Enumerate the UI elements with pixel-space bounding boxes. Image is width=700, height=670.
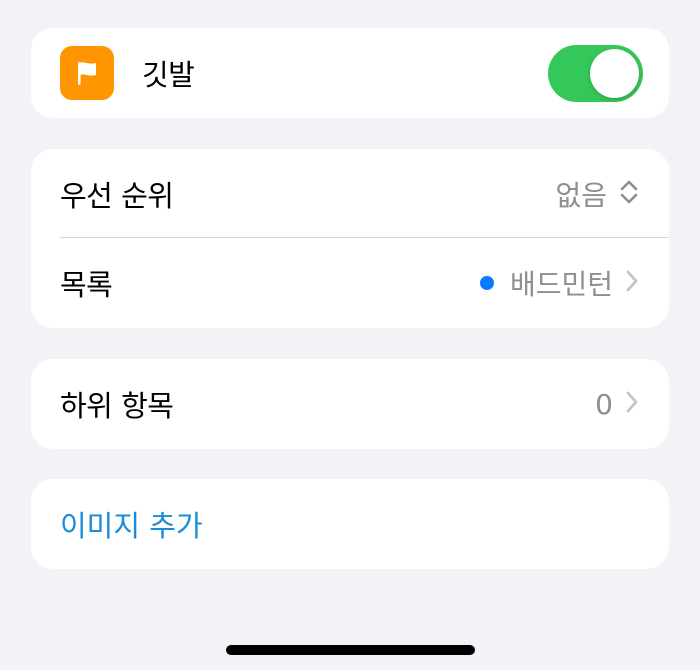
chevron-up-down-icon — [619, 178, 639, 210]
list-label: 목록 — [60, 267, 113, 302]
priority-row[interactable]: 우선 순위 없음 — [31, 149, 669, 238]
subtasks-card: 하위 항목 0 — [31, 359, 669, 449]
flag-icon — [60, 46, 114, 100]
priority-label: 우선 순위 — [60, 178, 174, 213]
subtasks-label: 하위 항목 — [60, 389, 174, 423]
subtasks-row[interactable]: 하위 항목 0 — [31, 359, 669, 449]
chevron-right-icon — [625, 268, 639, 298]
add-image-card: 이미지 추가 — [31, 479, 669, 569]
priority-value-group[interactable]: 없음 — [555, 149, 639, 238]
list-row[interactable]: 목록 배드민턴 — [31, 238, 669, 327]
flag-toggle[interactable] — [548, 45, 643, 102]
detail-card: 우선 순위 없음 목록 배드민턴 — [31, 149, 669, 328]
subtasks-count: 0 — [595, 387, 613, 421]
priority-value: 없음 — [555, 178, 607, 212]
add-image-row[interactable]: 이미지 추가 — [31, 479, 669, 569]
list-value: 배드민턴 — [509, 267, 613, 301]
toggle-knob — [590, 49, 639, 98]
add-image-link[interactable]: 이미지 추가 — [60, 503, 203, 545]
subtasks-value-group[interactable]: 0 — [595, 359, 639, 449]
home-indicator — [226, 645, 475, 655]
chevron-right-icon — [625, 389, 639, 419]
list-value-group[interactable]: 배드민턴 — [479, 238, 639, 327]
list-color-dot — [479, 275, 494, 290]
flag-label: 깃발 — [142, 58, 195, 92]
flag-card: 깃발 — [31, 28, 669, 118]
